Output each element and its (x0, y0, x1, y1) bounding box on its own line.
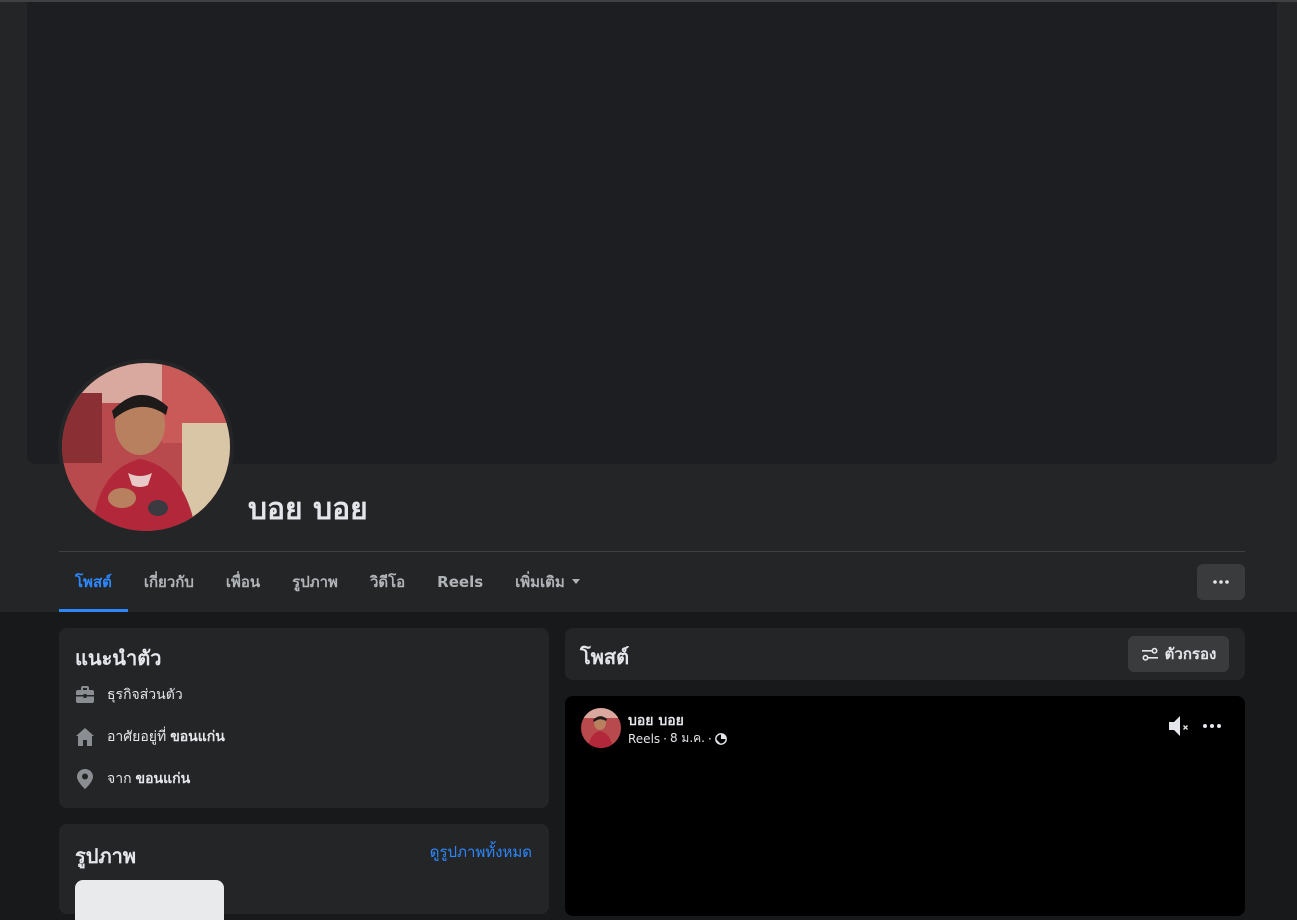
work-text: ธุรกิจส่วนตัว (107, 687, 183, 703)
more-horizontal-icon (1203, 724, 1221, 728)
posts-title: โพสต์ (580, 645, 630, 669)
lives-place-link[interactable]: ขอนแก่น (170, 726, 225, 748)
intro-work: ธุรกิจส่วนตัว (75, 684, 183, 706)
filter-button[interactable]: ตัวกรอง (1128, 636, 1229, 672)
briefcase-icon (75, 685, 95, 705)
tab-about[interactable]: เกี่ยวกับ (128, 552, 210, 612)
tab-posts[interactable]: โพสต์ (59, 552, 128, 612)
tab-more-label: เพิ่มเติม (515, 573, 565, 591)
globe-icon[interactable] (714, 732, 727, 745)
filter-label: ตัวกรอง (1164, 645, 1217, 663)
muted-speaker-icon[interactable] (1167, 714, 1193, 738)
profile-header: บอย บอย โพสต์ เกี่ยวกับ เพื่อน รูปภาพ วิ… (0, 0, 1297, 612)
tab-reels[interactable]: Reels (421, 552, 499, 612)
more-horizontal-icon (1213, 580, 1229, 584)
profile-picture[interactable] (62, 363, 230, 531)
profile-picture-frame[interactable] (58, 359, 234, 535)
meta-separator: · (663, 731, 667, 746)
photos-title: รูปภาพ (75, 844, 137, 868)
profile-more-button[interactable] (1197, 564, 1245, 600)
intro-from: จาก ขอนแก่น (75, 768, 190, 790)
profile-name: บอย บอย (248, 492, 368, 527)
post-date[interactable]: 8 ม.ค. (670, 729, 705, 748)
post-options-button[interactable] (1201, 714, 1223, 738)
from-prefix: จาก (107, 771, 132, 787)
see-all-photos-link[interactable]: ดูรูปภาพทั้งหมด (430, 840, 532, 864)
lives-prefix: อาศัยอยู่ที่ (107, 729, 167, 745)
profile-tabs: โพสต์ เกี่ยวกับ เพื่อน รูปภาพ วิดีโอ Ree… (59, 552, 596, 612)
intro-lives: อาศัยอยู่ที่ ขอนแก่น (75, 726, 225, 748)
meta-separator: · (708, 731, 712, 746)
tab-friends[interactable]: เพื่อน (210, 552, 276, 612)
post-author-avatar[interactable] (581, 708, 621, 748)
photos-card: รูปภาพ ดูรูปภาพทั้งหมด (59, 824, 549, 920)
from-place-link[interactable]: ขอนแก่น (136, 768, 191, 790)
dropdown-caret-icon (571, 579, 580, 584)
tab-videos[interactable]: วิดีโอ (354, 552, 421, 612)
intro-title: แนะนำตัว (75, 646, 162, 670)
location-pin-icon (75, 769, 95, 789)
post-source[interactable]: Reels (628, 732, 660, 746)
home-icon (75, 727, 95, 747)
reel-post[interactable]: บอย บอย Reels · 8 ม.ค. · (565, 696, 1245, 916)
tab-photos[interactable]: รูปภาพ (276, 552, 354, 612)
intro-card: แนะนำตัว ธุรกิจส่วนตัว อาศัยอยู่ที่ ขอนแก… (59, 628, 549, 808)
photo-thumbnail[interactable] (75, 880, 224, 920)
filter-sliders-icon (1141, 646, 1159, 662)
post-meta: Reels · 8 ม.ค. · (628, 729, 727, 748)
posts-header-card: โพสต์ ตัวกรอง (565, 628, 1245, 680)
tab-more[interactable]: เพิ่มเติม (499, 552, 596, 612)
